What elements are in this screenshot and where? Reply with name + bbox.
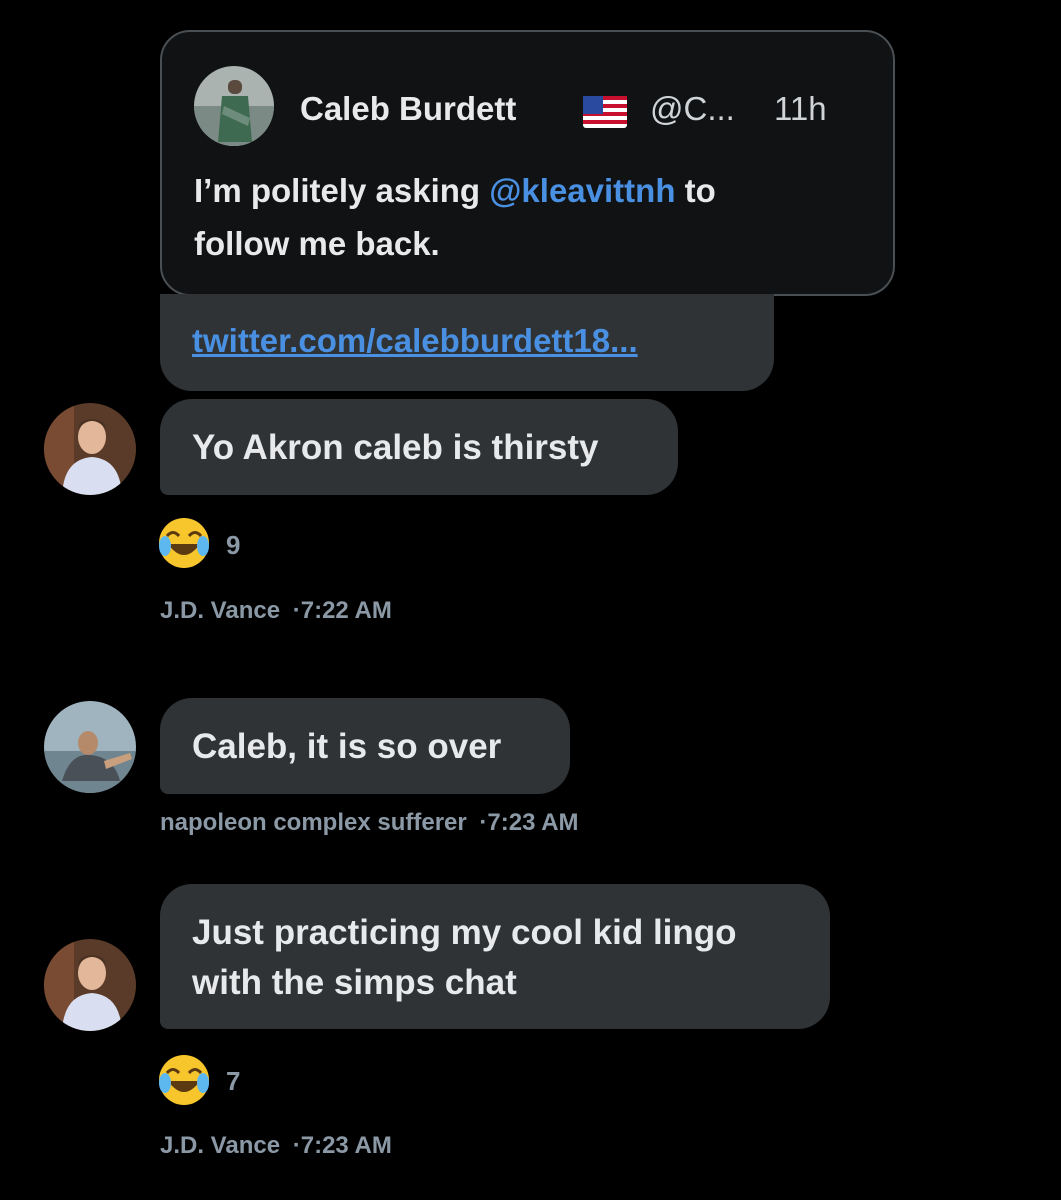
avatar-jd-vance[interactable] [44,403,136,495]
avatar-jd-vance[interactable] [44,939,136,1031]
message-text: Yo Akron caleb is thirsty [192,428,599,467]
message-meta: J.D. Vance ·7:23 AM [160,1132,392,1160]
quoted-author-name[interactable]: Caleb Burdett [300,90,516,128]
reaction-count: 9 [226,530,241,560]
us-flag-icon [583,96,627,128]
quoted-text-part: I’m politely asking [194,172,490,209]
tweet-link[interactable]: twitter.com/calebburdett18... [192,322,638,360]
message-text: Caleb, it is so over [192,727,502,766]
avatar-image [44,403,136,495]
reaction-count: 7 [226,1066,241,1096]
quoted-text-part: to [675,172,716,209]
sender-name[interactable]: J.D. Vance [160,597,280,624]
message-time: ·7:23 AM [479,809,579,836]
quoted-tweet-card[interactable]: Caleb Burdett @C... 11h I’m politely ask… [160,30,895,296]
message-time: ·7:22 AM [292,597,392,624]
quoted-tweet-text: I’m politely asking @kleavittnh to follo… [194,164,874,270]
link-message-bubble[interactable]: twitter.com/calebburdett18... [160,294,774,391]
message-bubble[interactable]: Yo Akron caleb is thirsty [160,399,678,495]
sender-name[interactable]: napoleon complex sufferer [160,809,467,836]
avatar-image [44,939,136,1031]
message-bubble[interactable]: Just practicing my cool kid lingo with t… [160,884,830,1029]
reaction-laughing[interactable] [157,1053,211,1112]
avatar-image [44,701,136,793]
laughing-emoji-icon [159,1055,209,1105]
quoted-tweet-time: 11h [774,90,827,127]
message-meta: J.D. Vance ·7:22 AM [160,597,392,625]
message-meta: napoleon complex sufferer ·7:23 AM [160,809,579,837]
avatar-napoleon-complex-sufferer[interactable] [44,701,136,793]
quoted-author-handle[interactable]: @C... [650,90,735,128]
message-text-line2: with the simps chat [192,963,517,1002]
message-text-line1: Just practicing my cool kid lingo [192,913,737,952]
message-bubble[interactable]: Caleb, it is so over [160,698,570,794]
reaction-laughing[interactable] [157,516,211,575]
laughing-emoji-icon [159,518,209,568]
sender-name[interactable]: J.D. Vance [160,1132,280,1159]
message-time: ·7:23 AM [292,1132,392,1159]
quoted-text-line2: follow me back. [194,225,440,262]
avatar-image [194,66,274,146]
quoted-tweet-avatar[interactable] [194,66,274,146]
mention-link[interactable]: @kleavittnh [489,172,675,209]
